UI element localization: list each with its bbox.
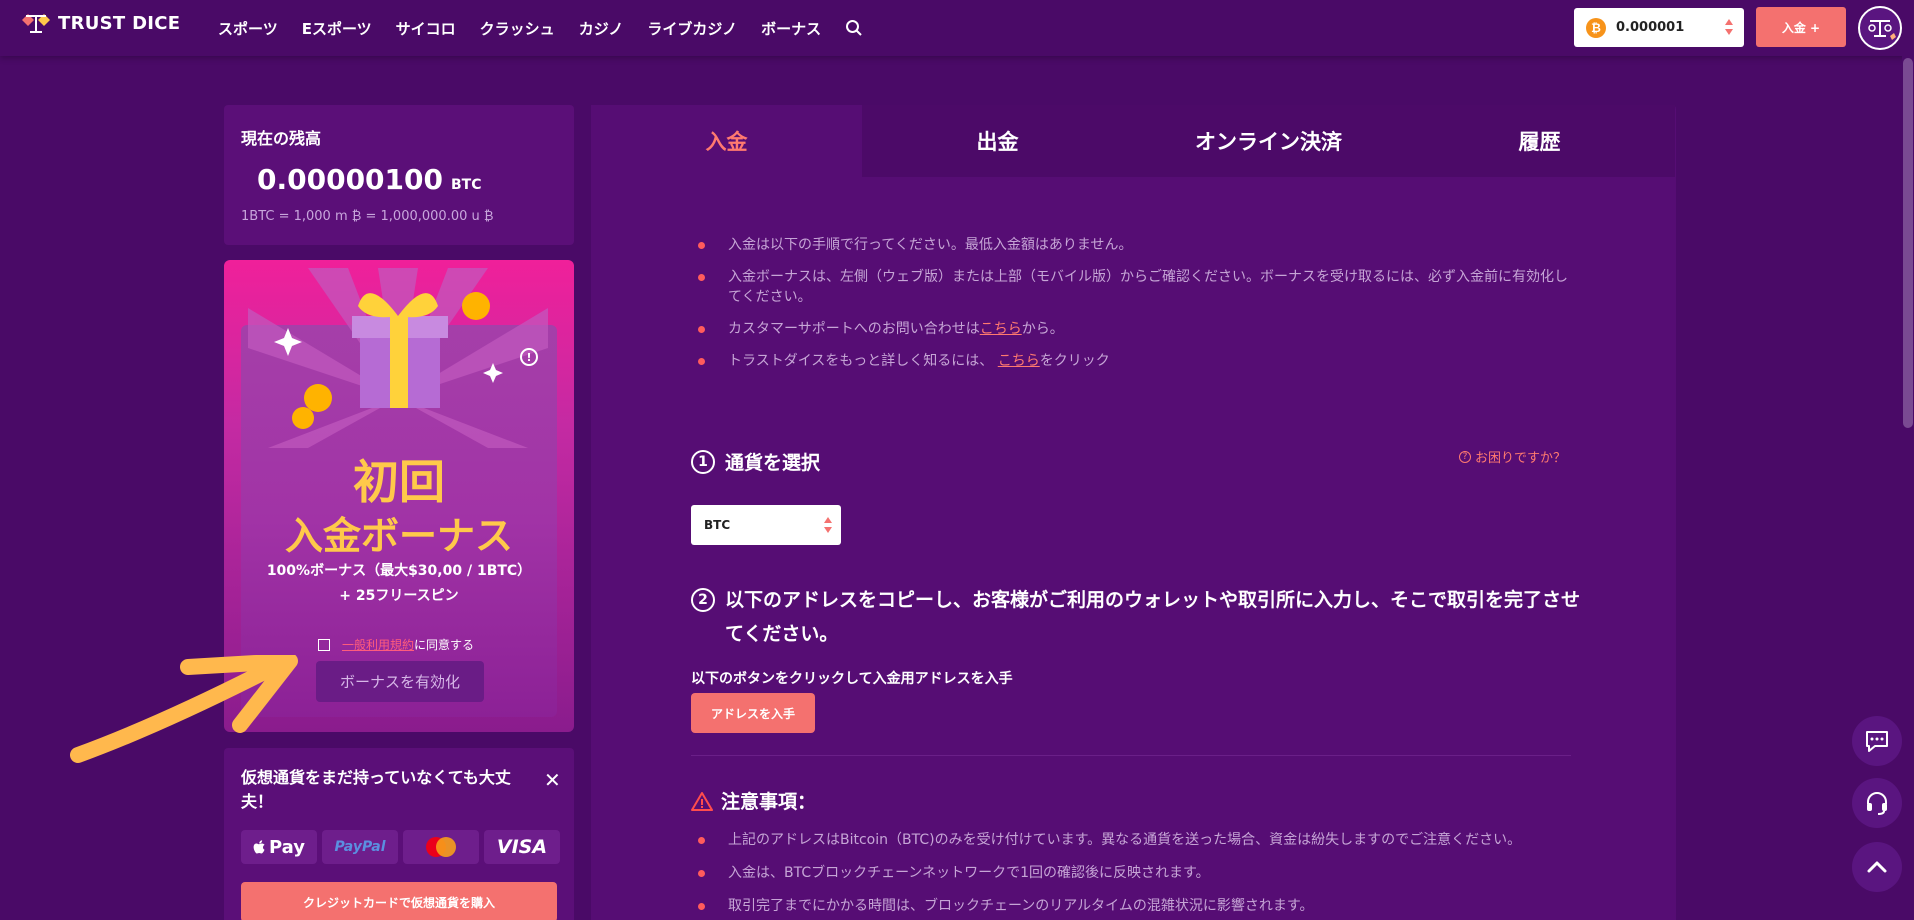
step-select-currency: 1 通貨を選択 <box>691 448 820 475</box>
buy-crypto-card: 仮想通貨をまだ持っていなくても大丈夫！ ✕ Pay PayPal VISA クレ… <box>224 748 574 920</box>
apple-icon <box>253 840 265 854</box>
apple-pay-text: Pay <box>268 836 306 858</box>
select-arrows-icon <box>824 517 832 533</box>
search-icon[interactable] <box>845 19 863 37</box>
buy-crypto-title: 仮想通貨をまだ持っていなくても大丈夫！ <box>241 768 511 811</box>
balance-amount-row: 0.00000100 BTC <box>257 163 557 196</box>
payment-methods: Pay PayPal VISA <box>241 830 560 864</box>
logo[interactable]: TRUST DICE <box>20 12 180 34</box>
wallet-balance-select[interactable]: ₿ 0.000001 <box>1574 8 1744 47</box>
rule-text: トラストダイスをもっと詳しく知るには、 <box>728 353 998 369</box>
deposit-button[interactable]: 入金 + <box>1756 7 1846 47</box>
logo-text: TRUST DICE <box>58 12 181 34</box>
bonus-free-spins: + 25フリースピン <box>339 588 459 604</box>
notice-title: 注意事項： <box>721 791 817 813</box>
support-link[interactable]: こちら <box>980 321 1022 337</box>
rule-item: 入金ボーナスは、左側（ウェブ版）または上部（モバイル版）からご確認ください。ボー… <box>698 267 1568 307</box>
gift-illustration <box>248 268 548 448</box>
notice-heading: 注意事項： <box>691 787 816 814</box>
balance-unit: BTC <box>450 177 482 193</box>
notice-item: 上記のアドレスはBitcoin（BTC)のみを受け付けています。異なる通貨を送っ… <box>698 830 1568 850</box>
activate-bonus-button[interactable]: ボーナスを有効化 <box>316 661 484 702</box>
paypal-logo: PayPal <box>322 830 398 864</box>
terms-agreement: 一般利用規約 に同意する <box>318 636 474 653</box>
rule-text: をクリック <box>1039 353 1110 369</box>
chevron-up-icon <box>1867 861 1887 873</box>
address-instruction: 以下のボタンをクリックして入金用アドレスを入手 <box>691 671 1013 687</box>
wallet-balance-value: 0.000001 <box>1616 20 1685 35</box>
bonus-title-first: 初回 <box>353 455 445 509</box>
step-copy-address: 2 以下のアドレスをコピーし、お客様がご利用のウォレットや取引所に入力し、そこで… <box>691 583 1591 651</box>
step-number: 1 <box>691 449 715 474</box>
nav-sports[interactable]: スポーツ <box>218 18 278 39</box>
avatar[interactable] <box>1858 6 1902 50</box>
select-arrows-icon <box>1725 19 1733 35</box>
visa-logo: VISA <box>484 830 560 864</box>
rule-item: 入金は以下の手順で行ってください。最低入金額はありません。 <box>698 235 1568 255</box>
terms-suffix: に同意する <box>414 638 475 652</box>
rule-text: から。 <box>1021 321 1064 337</box>
main-nav: スポーツ Eスポーツ サイコロ クラッシュ カジノ ライブカジノ ボーナス <box>218 0 863 56</box>
current-balance-card: 現在の残高 0.00000100 BTC 1BTC = 1,000 m ₿ = 1… <box>224 105 574 245</box>
help-link[interactable]: ? お困りですか？ <box>1459 447 1566 466</box>
nav-dice[interactable]: サイコロ <box>396 18 456 39</box>
divider <box>691 755 1571 756</box>
balance-title: 現在の残高 <box>241 129 322 148</box>
tab-history[interactable]: 履歴 <box>1404 105 1675 177</box>
tab-online-payment[interactable]: オンライン決済 <box>1133 105 1404 177</box>
rule-text: カスタマーサポートへのお問い合わせは <box>728 321 980 337</box>
top-header: TRUST DICE スポーツ Eスポーツ サイコロ クラッシュ カジノ ライブ… <box>0 0 1914 56</box>
step-title: 以下のアドレスをコピーし、お客様がご利用のウォレットや取引所に入力し、そこで取引… <box>725 589 1581 645</box>
user-scale-icon <box>1868 20 1896 40</box>
mastercard-logo <box>403 830 479 864</box>
help-text: お困りですか？ <box>1475 451 1567 466</box>
apple-pay-logo: Pay <box>241 830 317 864</box>
notice-item: 取引完了までにかかる時間は、ブロックチェーンのリアルタイムの混雑状況に影響されま… <box>698 896 1568 916</box>
step-number: 2 <box>691 588 715 612</box>
notice-list: 上記のアドレスはBitcoin（BTC)のみを受け付けています。異なる通貨を送っ… <box>698 830 1568 920</box>
deposit-panel: 入金 出金 オンライン決済 履歴 入金は以下の手順で行ってください。最低入金額は… <box>591 105 1676 920</box>
bonus-title-deposit: 入金ボーナス <box>284 514 513 558</box>
currency-value: BTC <box>704 518 731 532</box>
question-icon: ? <box>1459 450 1471 463</box>
terms-checkbox[interactable] <box>318 638 330 651</box>
get-address-button[interactable]: アドレスを入手 <box>691 693 815 733</box>
tab-deposit[interactable]: 入金 <box>591 105 862 177</box>
about-link[interactable]: こちら <box>998 353 1040 369</box>
close-icon[interactable]: ✕ <box>544 768 561 792</box>
nav-bonus[interactable]: ボーナス <box>761 18 821 39</box>
nav-crash[interactable]: クラッシュ <box>480 18 555 39</box>
step-title: 通貨を選択 <box>725 452 821 474</box>
buy-crypto-button[interactable]: クレジットカードで仮想通貨を購入 <box>241 882 557 920</box>
chat-button[interactable] <box>1852 716 1902 766</box>
nav-live-casino[interactable]: ライブカジノ <box>647 18 737 39</box>
support-button[interactable] <box>1852 778 1902 828</box>
balance-rate: 1BTC = 1,000 m ₿ = 1,000,000.00 u ₿ <box>241 209 494 224</box>
logo-icon <box>22 14 50 33</box>
terms-link[interactable]: 一般利用規約 <box>342 636 414 653</box>
deposit-rules: 入金は以下の手順で行ってください。最低入金額はありません。 入金ボーナスは、左側… <box>698 235 1568 383</box>
wallet-tabs: 入金 出金 オンライン決済 履歴 <box>591 105 1676 177</box>
notice-item: 入金は、BTCブロックチェーンネットワークで1回の確認後に反映されます。 <box>698 863 1568 883</box>
rule-item: カスタマーサポートへのお問い合わせはこちらから。 <box>698 319 1568 339</box>
warning-icon <box>691 791 713 811</box>
scrollbar-thumb[interactable] <box>1903 58 1913 428</box>
headset-icon <box>1867 792 1887 815</box>
bitcoin-icon: ₿ <box>1586 17 1606 38</box>
chat-icon <box>1866 731 1888 752</box>
nav-casino[interactable]: カジノ <box>579 18 624 39</box>
scroll-top-button[interactable] <box>1852 842 1902 892</box>
balance-amount: 0.00000100 <box>257 163 443 196</box>
bonus-info-icon[interactable]: ! <box>520 348 538 366</box>
nav-esports[interactable]: Eスポーツ <box>302 18 372 39</box>
tab-withdraw[interactable]: 出金 <box>862 105 1133 177</box>
currency-select[interactable]: BTC <box>691 505 841 545</box>
mastercard-icon <box>426 837 456 857</box>
rule-item: トラストダイスをもっと詳しく知るには、 こちらをクリック <box>698 351 1568 371</box>
bonus-description: 100%ボーナス（最大$30,00 / 1BTC） <box>266 563 532 579</box>
